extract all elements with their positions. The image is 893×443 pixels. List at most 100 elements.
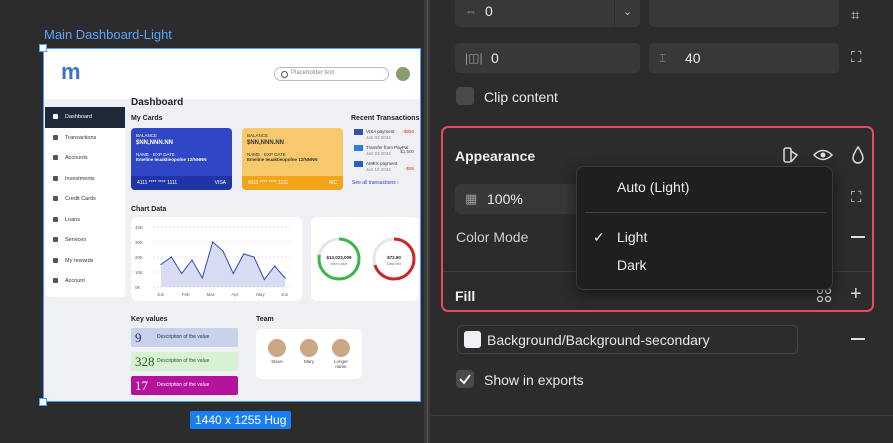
chart-area — [161, 242, 285, 287]
donut-value: $72.60 — [387, 255, 401, 260]
frame-name-label[interactable]: Main Dashboard-Light — [44, 27, 172, 42]
chart-xtick: Jun — [157, 292, 165, 297]
resize-handle-top-left[interactable] — [39, 44, 47, 52]
show-in-exports-checkbox[interactable] — [456, 370, 474, 388]
selected-frame[interactable]: m Placeholder text Dashboard Dashboard T… — [43, 48, 421, 402]
recent-transactions-title: Recent Transactions — [351, 115, 420, 122]
see-all-transactions-link: See all transactions › — [352, 180, 399, 186]
credit-card-blue: BALANCE $NN,NNN.NN NAME · EXP DATE Emeli… — [131, 128, 232, 190]
chart-xtick: Feb — [182, 292, 190, 297]
chart-xtick: May — [256, 292, 265, 297]
chart-ytick: 30K — [135, 240, 143, 245]
chart-point — [191, 259, 193, 261]
dashboard-sidebar: Dashboard Transactions Accounts Investme… — [45, 107, 125, 297]
chart-xtick: Mar — [207, 292, 215, 297]
design-canvas[interactable]: Main Dashboard-Light m Placeholder text … — [0, 0, 427, 443]
dropdown-option-dark[interactable]: Dark — [617, 257, 647, 273]
show-in-exports-label: Show in exports — [484, 372, 584, 388]
remove-color-mode-icon[interactable] — [851, 236, 865, 238]
key-values-title: Key values — [131, 316, 168, 323]
chart-xtick: Jun — [281, 292, 289, 297]
chart-point — [181, 272, 183, 275]
layout-field-top-right[interactable] — [649, 0, 839, 27]
chart-data-title: Chart Data — [131, 206, 167, 213]
color-mode-label: Color Mode — [456, 229, 529, 245]
individual-padding-icon[interactable]: ⛶ — [851, 50, 862, 66]
resize-icon[interactable]: ⌗ — [851, 8, 859, 24]
chart-point — [263, 278, 265, 281]
fill-style-name[interactable]: Background/Background-secondary — [487, 332, 710, 348]
donut-panel: $12,023,009 label value $72.60 Data text — [311, 217, 419, 301]
dashboard-header: m Placeholder text — [44, 49, 420, 99]
chart-point — [170, 256, 172, 258]
chevron-down-icon[interactable]: ⌄ — [614, 0, 640, 27]
team-member: Steve — [264, 339, 290, 364]
dashboard-sidebar-item: Accounts — [45, 148, 125, 169]
dashboard-sidebar-item: My rewards — [45, 251, 125, 272]
fill-title: Fill — [455, 288, 476, 304]
donut-charts: $12,023,009 label value $72.60 Data text — [317, 237, 416, 281]
dashboard-search-input: Placeholder text — [274, 67, 389, 81]
chart-point — [160, 263, 162, 266]
add-fill-icon[interactable]: + — [850, 284, 862, 304]
layout-field-top[interactable]: ⇔ 0 — [455, 0, 640, 27]
variable-mode-icon[interactable] — [782, 146, 800, 164]
color-mode-dropdown[interactable]: Auto (Light) ✓ Light Dark — [576, 166, 833, 290]
key-value-item: 328 Description of the value — [131, 352, 238, 371]
dropdown-option-light[interactable]: Light — [617, 229, 647, 245]
vertical-padding-icon: ⌶ — [659, 50, 667, 65]
spacing-icon: ⇔ — [465, 4, 477, 18]
transaction-row: VISA payment Jan 02 2024 -$850 — [354, 129, 414, 140]
chart-point — [201, 277, 203, 279]
dashboard-title: Dashboard — [131, 97, 184, 108]
team-member-avatar — [268, 339, 286, 357]
chart-point — [253, 256, 255, 258]
donut-value: $12,023,009 — [326, 255, 352, 260]
chart-ytick: 40K — [135, 225, 143, 230]
chart-point — [284, 277, 286, 279]
key-value-item: 17 Description of the value — [131, 376, 238, 395]
chart-point — [222, 250, 224, 252]
checkmark-icon — [459, 374, 471, 385]
donut-sublabel: label value — [331, 262, 348, 266]
team-member: Mary — [296, 339, 322, 364]
transaction-row: Transfer from PayPal Jan 23 2024 $1,500 — [354, 145, 414, 156]
credit-card-yellow: BALANCE $NN,NNN.NN NAME · EXP DATE Emeli… — [242, 128, 343, 190]
fill-color-swatch[interactable] — [464, 331, 481, 348]
chart-point — [212, 241, 214, 243]
check-icon: ✓ — [593, 229, 605, 245]
key-value-item: 9 Description of the value — [131, 328, 238, 347]
chart-point — [274, 265, 276, 267]
team-member-avatar — [332, 339, 350, 357]
blend-mode-icon[interactable] — [851, 146, 865, 164]
dashboard-sidebar-item: Credit Cards — [45, 189, 125, 210]
opacity-field[interactable]: ▦ 100% — [455, 184, 595, 214]
vertical-padding-field[interactable]: ⌶ 40 — [649, 43, 839, 73]
dashboard-sidebar-item: Account — [45, 271, 125, 292]
resize-handle-bottom-left[interactable] — [39, 398, 47, 406]
remove-fill-icon[interactable] — [851, 338, 865, 340]
chart-ytick: 10K — [135, 270, 143, 275]
dropdown-separator — [585, 212, 826, 213]
dashboard-sidebar-item: Investments — [45, 169, 125, 190]
dropdown-option-auto[interactable]: Auto (Light) — [617, 179, 689, 195]
team-title: Team — [256, 316, 274, 323]
corner-radius-icon[interactable]: ⛶ — [851, 190, 862, 206]
clip-content-checkbox[interactable] — [456, 87, 474, 105]
section-divider — [431, 415, 893, 416]
horizontal-padding-field[interactable]: |◫| 0 — [455, 43, 640, 73]
dashboard-avatar — [396, 67, 410, 81]
frame-size-badge: 1440 x 1255 Hug — [190, 411, 292, 429]
dashboard-sidebar-item: Dashboard — [45, 107, 125, 128]
chart-point — [243, 253, 245, 255]
chart-point — [232, 272, 234, 275]
dashboard-sidebar-item: Loans — [45, 210, 125, 231]
team-member: Longer name — [328, 339, 354, 369]
opacity-icon: ▦ — [465, 191, 478, 206]
line-chart-panel: 40K 30K 20K 10K 0K Jun Feb Mar Apr May Jun — [131, 217, 302, 301]
clip-content-label: Clip content — [484, 89, 558, 105]
eye-icon[interactable] — [813, 146, 833, 164]
chart-xtick: Apr — [231, 292, 239, 297]
team-member-avatar — [300, 339, 318, 357]
appearance-title: Appearance — [455, 148, 536, 164]
